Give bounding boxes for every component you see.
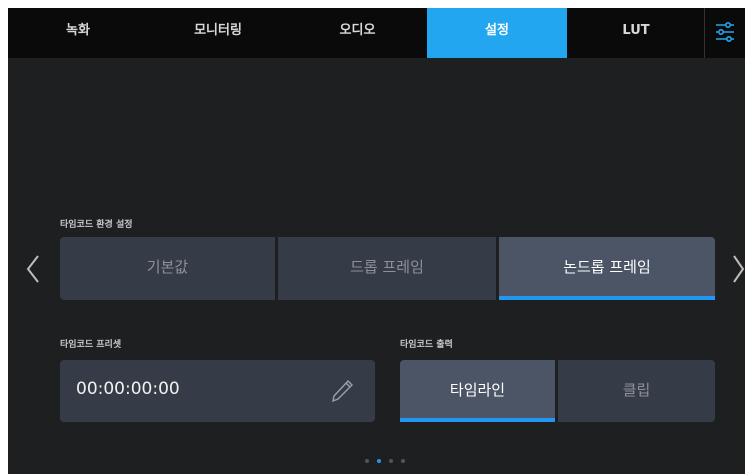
tab-label: 오디오 (339, 23, 376, 38)
tab-label: 녹화 (66, 23, 90, 38)
option-label: 기본값 (146, 258, 189, 276)
timecode-output-option-clip[interactable]: 클립 (558, 360, 715, 422)
tab-label: 설정 (485, 23, 509, 38)
tab-lut[interactable]: LUT (567, 8, 705, 58)
menu-sliders-icon (716, 22, 734, 42)
tab-record[interactable]: 녹화 (8, 8, 148, 58)
chevron-left-icon[interactable] (26, 254, 40, 284)
tab-label: 모니터링 (194, 23, 242, 38)
menu-button[interactable] (704, 8, 745, 58)
tab-monitoring[interactable]: 모니터링 (148, 8, 288, 58)
tab-setup[interactable]: 설정 (427, 8, 567, 58)
page-dot[interactable] (401, 459, 405, 463)
selected-indicator (499, 296, 715, 300)
option-label: 논드롭 프레임 (563, 258, 651, 276)
tab-label: LUT (622, 23, 650, 38)
chevron-right-icon[interactable] (732, 254, 745, 284)
option-label: 드롭 프레임 (350, 258, 424, 276)
timecode-preset-field[interactable]: 00:00:00:00 (60, 360, 375, 422)
timecode-preset-label: 타임코드 프리셋 (60, 340, 122, 350)
pencil-icon[interactable] (332, 379, 354, 403)
top-tab-bar: 녹화 모니터링 오디오 설정 LUT (8, 8, 745, 58)
page-dot[interactable] (389, 459, 393, 463)
timecode-mode-label: 타임코드 환경 설정 (60, 220, 133, 230)
tab-audio[interactable]: 오디오 (288, 8, 427, 58)
option-label: 클립 (622, 381, 651, 399)
timecode-mode-option-drop-frame[interactable]: 드롭 프레임 (278, 237, 496, 300)
timecode-mode-option-default[interactable]: 기본값 (60, 237, 275, 300)
selected-indicator (400, 418, 555, 422)
timecode-mode-option-non-drop-frame[interactable]: 논드롭 프레임 (499, 237, 715, 300)
timecode-output-label: 타임코드 출력 (400, 340, 453, 350)
page-dot[interactable] (365, 459, 369, 463)
timecode-output-option-timeline[interactable]: 타임라인 (400, 360, 555, 422)
camera-settings-screen: 녹화 모니터링 오디오 설정 LUT 타임코드 환경 설정 기본값 드롭 프레임… (8, 8, 745, 474)
option-label: 타임라인 (449, 381, 506, 399)
page-dot-active[interactable] (377, 459, 381, 463)
timecode-preset-value: 00:00:00:00 (76, 379, 180, 399)
